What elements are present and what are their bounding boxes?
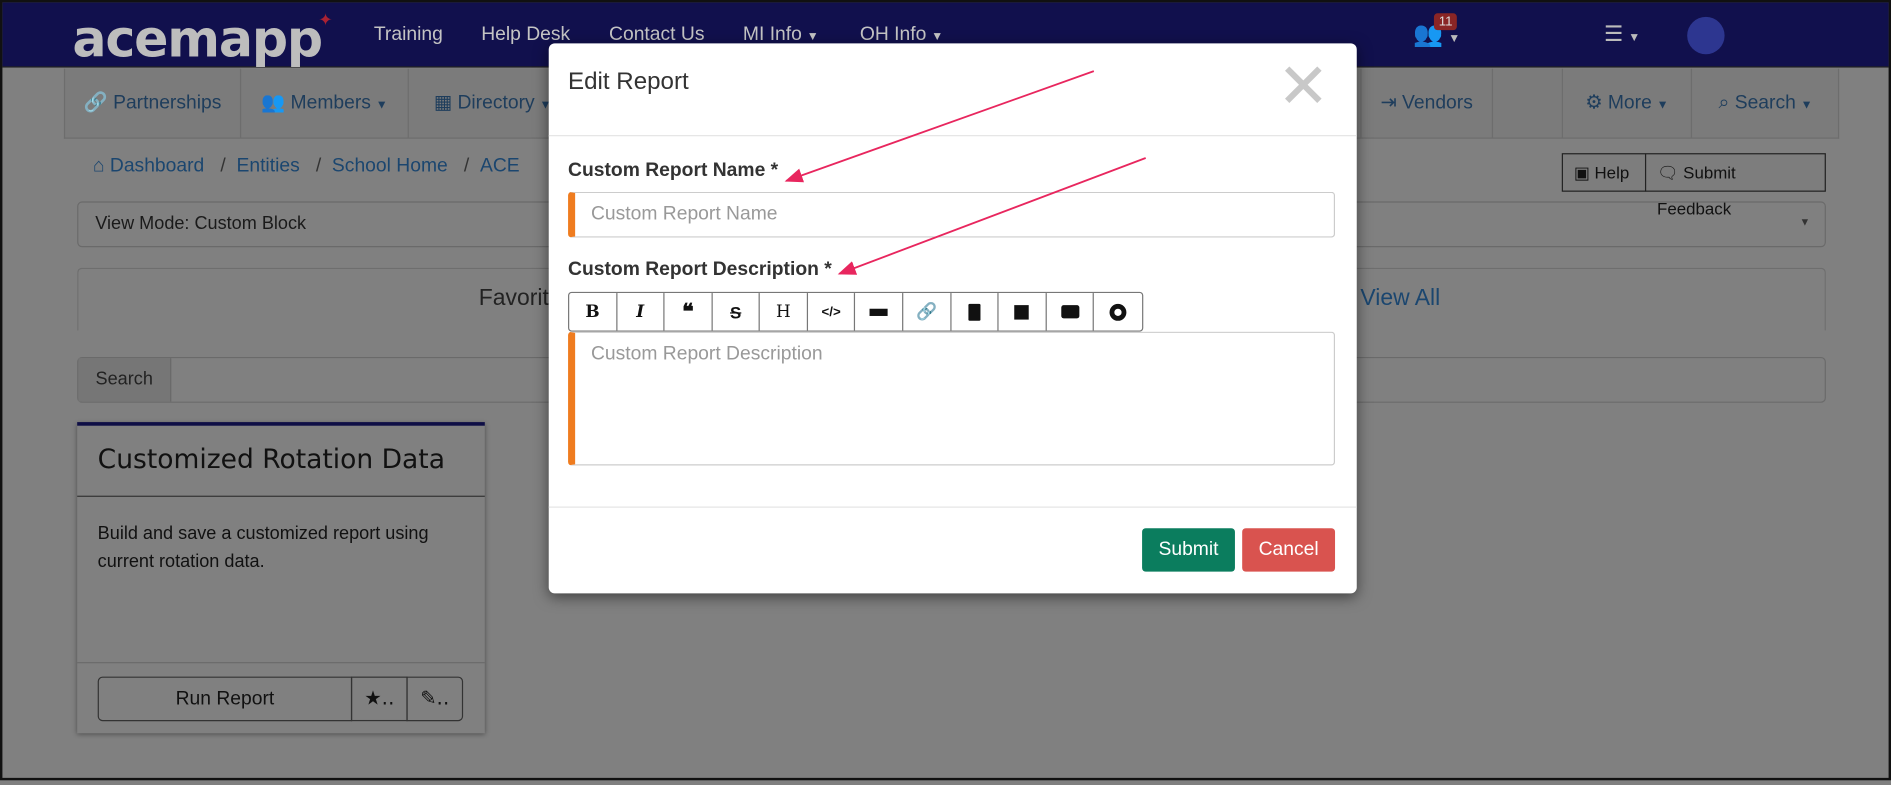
nav-training[interactable]: Training [374, 24, 443, 46]
code-icon[interactable]: </> [808, 293, 856, 331]
nav-label: Contact Us [609, 24, 705, 45]
caret-down-icon: ▼ [375, 98, 388, 113]
upload-file-icon[interactable] [951, 293, 999, 331]
breadcrumb-current[interactable]: ACE [480, 156, 520, 177]
edit-button[interactable]: ✎‥ [406, 676, 464, 722]
subnav-more[interactable]: ⚙ More ▼ [1561, 68, 1693, 138]
gear-icon: ⚙ [1585, 92, 1608, 114]
comments-icon: 🗨 [1657, 162, 1684, 183]
pencil-icon: ✎‥ [420, 688, 450, 710]
building-icon: ▦ [433, 92, 458, 114]
eye-icon[interactable] [1094, 293, 1142, 330]
avatar[interactable] [1687, 16, 1725, 55]
star-icon: ★‥ [364, 688, 395, 710]
search-label: Search [78, 358, 172, 402]
search-icon: ⌕ [1718, 92, 1735, 114]
custom-report-name-input[interactable]: Custom Report Name [568, 191, 1336, 238]
breadcrumb-dashboard[interactable]: Dashboard [110, 156, 204, 177]
logo[interactable]: acemapp [72, 10, 323, 69]
subnav-label: Vendors [1402, 92, 1473, 114]
help-button[interactable]: ▣ Help [1561, 153, 1647, 192]
help-label: Help [1594, 162, 1630, 183]
subnav-partnerships[interactable]: 🔗 Partnerships [65, 68, 242, 138]
run-report-button[interactable]: Run Report [97, 676, 353, 722]
medkit-icon: ▣ [1573, 162, 1595, 183]
subnav-label: Search [1734, 92, 1796, 114]
breadcrumb-school-home[interactable]: School Home [332, 156, 448, 177]
name-placeholder: Custom Report Name [590, 203, 778, 225]
subnav-search[interactable]: ⌕ Search ▼ [1692, 69, 1839, 138]
card-description: Build and save a customized report using… [97, 523, 429, 572]
report-card: Customized Rotation Data Build and save … [77, 422, 485, 734]
caret-down-icon: ▼ [1799, 215, 1811, 228]
breadcrumb-separator: / [305, 155, 332, 177]
ruler-icon[interactable] [856, 293, 904, 331]
heading-icon[interactable]: H [760, 293, 808, 331]
name-label: Custom Report Name * [568, 160, 779, 181]
hamburger-menu-icon[interactable]: ☰ ▼ [1604, 22, 1640, 47]
home-icon: ⌂ [92, 155, 110, 177]
editor-toolbar: B I ❝ S H </> 🔗 [568, 291, 1144, 332]
close-icon[interactable]: ✕ [1277, 55, 1330, 118]
caret-down-icon: ▼ [931, 30, 944, 44]
nav-label: OH Info [859, 24, 927, 45]
custom-report-description-textarea[interactable]: Custom Report Description [568, 331, 1336, 466]
nav-label: Training [373, 24, 443, 45]
submit-button[interactable]: Submit [1142, 528, 1235, 572]
modal-title: Edit Report [568, 68, 689, 96]
users-icon: 👥 [261, 92, 291, 114]
description-label: Custom Report Description * [568, 259, 832, 280]
subnav-vendors[interactable]: ⇥ Vendors [1360, 68, 1494, 138]
video-icon[interactable] [1047, 293, 1095, 331]
sign-out-icon: ⇥ [1380, 92, 1403, 114]
description-placeholder: Custom Report Description [590, 343, 823, 365]
italic-icon[interactable]: I [617, 293, 665, 331]
subnav-label: Members [290, 92, 371, 114]
breadcrumb-separator: / [209, 155, 237, 177]
caret-down-icon: ▼ [806, 30, 819, 44]
cancel-button[interactable]: Cancel [1242, 528, 1336, 572]
breadcrumb: ⌂ Dashboard / Entities / School Home / A… [93, 156, 520, 178]
card-footer: Run Report ★‥ ✎‥ [77, 662, 485, 737]
quote-icon[interactable]: ❝ [665, 293, 713, 331]
caret-down-icon: ▼ [1800, 98, 1813, 113]
view-mode-value: View Mode: Custom Block [95, 213, 307, 234]
card-title: Customized Rotation Data [77, 426, 485, 497]
link-icon: 🔗 [83, 92, 114, 114]
divider [548, 135, 1357, 137]
image-icon[interactable] [999, 293, 1047, 331]
tab-view-all[interactable]: View All [1360, 286, 1440, 313]
favorite-button[interactable]: ★‥ [350, 676, 408, 722]
nav-label: MI Info [742, 24, 802, 45]
nav-label: Help Desk [481, 24, 571, 45]
caret-down-icon: ▼ [1656, 98, 1669, 113]
breadcrumb-entities[interactable]: Entities [236, 156, 299, 177]
edit-report-modal: Edit Report ✕ Custom Report Name * Custo… [548, 43, 1357, 594]
page: acemapp ✦ Training Help Desk Contact Us … [0, 0, 1891, 781]
subnav-label: More [1607, 92, 1652, 114]
link-icon[interactable]: 🔗 [903, 293, 952, 331]
subnav-label: Directory [457, 92, 535, 114]
notification-badge: 11 [1433, 13, 1458, 31]
logo-mark-icon: ✦ [318, 9, 333, 29]
breadcrumb-separator: / [453, 155, 480, 177]
divider [548, 506, 1357, 508]
subnav-members[interactable]: 👥 Members ▼ [241, 68, 409, 138]
subnav-label: Partnerships [113, 92, 222, 114]
strikethrough-icon[interactable]: S [712, 293, 761, 331]
submit-feedback-button[interactable]: 🗨 Submit Feedback [1644, 153, 1826, 218]
bold-icon[interactable]: B [569, 293, 617, 331]
